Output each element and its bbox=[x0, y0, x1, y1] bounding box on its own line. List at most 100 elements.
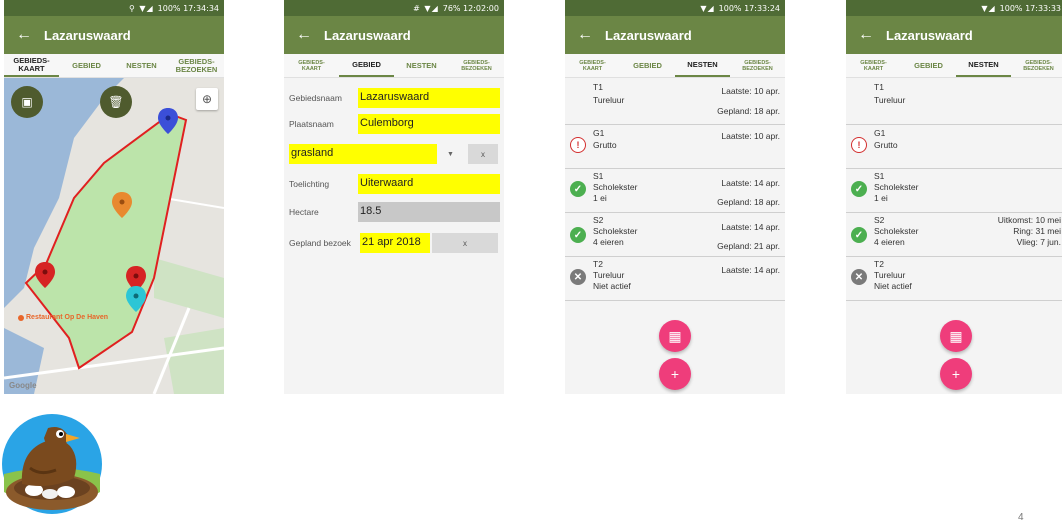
map-markers bbox=[18, 108, 178, 321]
google-logo: Google bbox=[9, 381, 37, 390]
list-item[interactable]: ✓ S2 Scholekster 4 eieren Laatste: 14 ap… bbox=[565, 213, 785, 257]
tab-nesten[interactable]: NESTEN bbox=[394, 54, 449, 77]
nest-planned: Gepland: 18 apr. bbox=[717, 106, 780, 116]
screen-gebied: # ▼◢ 76% 12:02:00 ← Lazaruswaard GEBIEDS… bbox=[284, 0, 504, 394]
toelichting-field[interactable]: Uiterwaard bbox=[358, 174, 500, 194]
list-item[interactable]: ✕ T2 Tureluur Niet actief bbox=[846, 257, 1062, 301]
tab-bar: GEBIEDS- KAART GEBIED NESTEN GEBIEDS- BE… bbox=[4, 54, 224, 78]
tab-label: GEBIED bbox=[72, 60, 101, 70]
nest-planned: Gepland: 21 apr. bbox=[717, 241, 780, 251]
tab-gebied[interactable]: GEBIED bbox=[620, 54, 675, 77]
calendar-icon[interactable]: ▦ bbox=[659, 320, 691, 352]
tab-bar: GEBIEDS- KAART GEBIED NESTEN GEBIEDS- BE… bbox=[565, 54, 785, 78]
app-title: Lazaruswaard bbox=[44, 27, 131, 43]
check-icon: ✓ bbox=[851, 227, 867, 243]
list-item[interactable]: ! G1 Grutto Laatste: 10 apr. bbox=[565, 125, 785, 169]
clear-date-button[interactable]: x bbox=[432, 233, 498, 253]
list-item[interactable]: T1 Tureluur bbox=[846, 80, 1062, 125]
tab-gebiedskaart[interactable]: GEBIEDS- KAART bbox=[4, 54, 59, 77]
tab-gebiedskaart[interactable]: GEBIEDS- KAART bbox=[284, 54, 339, 77]
nest-last: Laatste: 14 apr. bbox=[721, 222, 780, 232]
nest-last: Laatste: 10 apr. bbox=[721, 86, 780, 96]
nest-code: T1 bbox=[593, 82, 603, 92]
tab-gebied[interactable]: GEBIED bbox=[901, 54, 956, 77]
marker-blue bbox=[158, 108, 178, 134]
nest-code: S2 bbox=[874, 215, 885, 225]
map-view[interactable]: ▣ 🗑 ⊕ Restaurant Op De Haven Google bbox=[4, 78, 224, 394]
status-icons: ▼◢ bbox=[700, 3, 715, 13]
list-item[interactable]: ! G1 Grutto bbox=[846, 125, 1062, 169]
status-bar: ▼◢ 100% 17:33:33 bbox=[846, 0, 1062, 16]
tab-label: GEBIEDS- BEZOEKEN bbox=[1023, 59, 1054, 72]
add-button[interactable]: + bbox=[940, 358, 972, 390]
nest-species: Tureluur bbox=[874, 270, 906, 280]
status-bar: ▼◢ 100% 17:33:24 bbox=[565, 0, 785, 16]
status-icons: ▼◢ bbox=[981, 3, 996, 13]
tab-gebiedsbezoeken[interactable]: GEBIEDS- BEZOEKEN bbox=[1011, 54, 1062, 77]
field-label: Gepland bezoek bbox=[289, 238, 351, 248]
list-item[interactable]: ✕ T2 Tureluur Niet actief Laatste: 14 ap… bbox=[565, 257, 785, 301]
list-item[interactable]: ✓ S1 Scholekster 1 ei Laatste: 14 apr. G… bbox=[565, 169, 785, 213]
nest-eggs: 4 eieren bbox=[593, 237, 624, 247]
list-item[interactable]: ✓ S1 Scholekster 1 ei bbox=[846, 169, 1062, 213]
tab-label: NESTEN bbox=[406, 60, 437, 70]
nest-species: Scholekster bbox=[874, 182, 919, 192]
row-gebiedsnaam: Gebiedsnaam Lazaruswaard bbox=[284, 88, 504, 108]
calendar-icon[interactable]: ▦ bbox=[940, 320, 972, 352]
back-arrow-icon[interactable]: ← bbox=[858, 26, 886, 44]
tab-gebiedsbezoeken[interactable]: GEBIEDS- BEZOEKEN bbox=[730, 54, 785, 77]
back-arrow-icon[interactable]: ← bbox=[16, 26, 44, 44]
tab-gebiedskaart[interactable]: GEBIEDS- KAART bbox=[846, 54, 901, 77]
hectare-field[interactable]: 18.5 bbox=[358, 202, 500, 222]
nest-ring: Ring: 31 mei bbox=[1013, 226, 1061, 236]
nest-code: S1 bbox=[593, 171, 604, 181]
status-text: 100% 17:33:24 bbox=[718, 3, 780, 13]
tab-nesten[interactable]: NESTEN bbox=[675, 54, 730, 77]
type-select[interactable]: grasland bbox=[289, 144, 437, 164]
tab-label: GEBIEDS- BEZOEKEN bbox=[175, 56, 218, 74]
status-bar: # ▼◢ 76% 12:02:00 bbox=[284, 0, 504, 16]
plaatsnaam-field[interactable]: Culemborg bbox=[358, 114, 500, 134]
tab-bar: GEBIEDS- KAART GEBIED NESTEN GEBIEDS- BE… bbox=[846, 54, 1062, 78]
nest-planned: Gepland: 18 apr. bbox=[717, 197, 780, 207]
row-gepland: Gepland bezoek 21 apr 2018 x bbox=[284, 233, 504, 253]
nest-last: Laatste: 14 apr. bbox=[721, 178, 780, 188]
nest-eggs: 1 ei bbox=[593, 193, 607, 203]
tab-gebiedsbezoeken[interactable]: GEBIEDS- BEZOEKEN bbox=[449, 54, 504, 77]
list-item[interactable]: T1 Tureluur Laatste: 10 apr. Gepland: 18… bbox=[565, 80, 785, 125]
status-text: 100% 17:34:34 bbox=[157, 3, 219, 13]
nest-species: Tureluur bbox=[874, 95, 906, 105]
tab-gebiedskaart[interactable]: GEBIEDS- KAART bbox=[565, 54, 620, 77]
add-button[interactable]: + bbox=[659, 358, 691, 390]
nest-code: G1 bbox=[593, 128, 605, 138]
warning-icon: ! bbox=[570, 137, 586, 153]
back-arrow-icon[interactable]: ← bbox=[577, 26, 605, 44]
app-bar: ← Lazaruswaard bbox=[846, 16, 1062, 54]
tab-label: NESTEN bbox=[126, 60, 157, 70]
nest-code: T2 bbox=[593, 259, 603, 269]
status-icons: # ▼◢ bbox=[413, 3, 439, 13]
chevron-down-icon[interactable]: ▼ bbox=[447, 151, 454, 158]
app-title: Lazaruswaard bbox=[605, 27, 692, 43]
app-bar: ← Lazaruswaard bbox=[4, 16, 224, 54]
tab-label: GEBIEDS- KAART bbox=[298, 59, 325, 72]
map-place-label: Restaurant Op De Haven bbox=[26, 314, 109, 321]
clear-type-button[interactable]: x bbox=[468, 144, 498, 164]
tab-gebiedsbezoeken[interactable]: GEBIEDS- BEZOEKEN bbox=[169, 54, 224, 77]
row-plaatsnaam: Plaatsnaam Culemborg bbox=[284, 114, 504, 134]
tab-gebied[interactable]: GEBIED bbox=[339, 54, 394, 77]
tab-label: GEBIEDS- BEZOEKEN bbox=[742, 59, 773, 72]
bird-nest-logo-icon bbox=[2, 414, 102, 514]
back-arrow-icon[interactable]: ← bbox=[296, 26, 324, 44]
tab-nesten[interactable]: NESTEN bbox=[114, 54, 169, 77]
nest-code: T2 bbox=[874, 259, 884, 269]
gebiedsnaam-field[interactable]: Lazaruswaard bbox=[358, 88, 500, 108]
nest-species: Grutto bbox=[874, 140, 898, 150]
row-toelichting: Toelichting Uiterwaard bbox=[284, 174, 504, 194]
screen-nesten: ▼◢ 100% 17:33:24 ← Lazaruswaard GEBIEDS-… bbox=[565, 0, 785, 394]
gepland-field[interactable]: 21 apr 2018 bbox=[360, 233, 430, 253]
tab-nesten[interactable]: NESTEN bbox=[956, 54, 1011, 77]
list-item[interactable]: ✓ S2 Scholekster 4 eieren Uitkomst: 10 m… bbox=[846, 213, 1062, 257]
app-bar: ← Lazaruswaard bbox=[565, 16, 785, 54]
tab-gebied[interactable]: GEBIED bbox=[59, 54, 114, 77]
